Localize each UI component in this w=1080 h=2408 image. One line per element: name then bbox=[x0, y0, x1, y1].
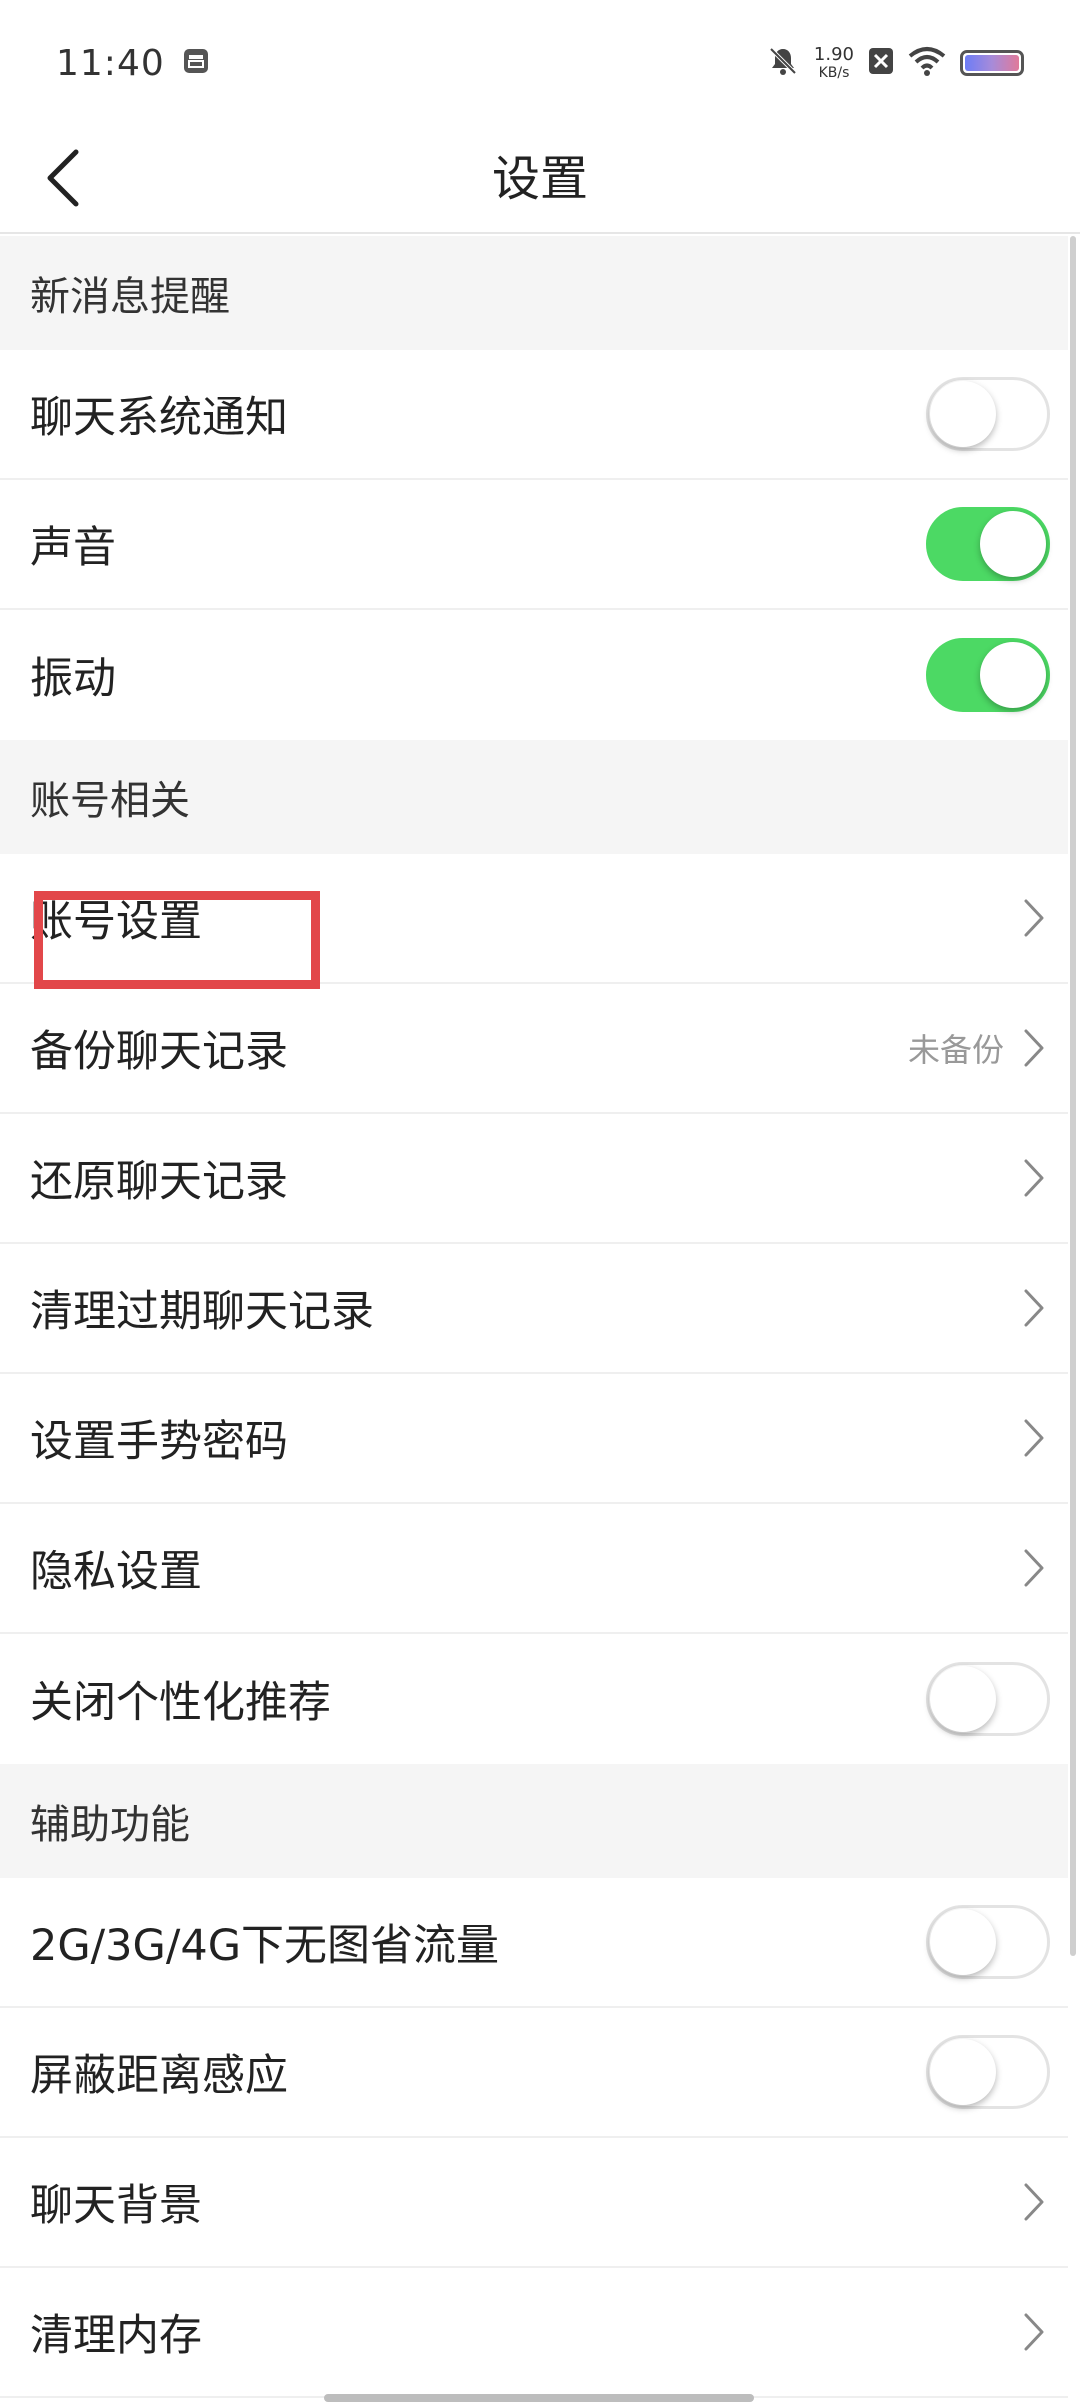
row-disable-recommend[interactable]: 关闭个性化推荐 bbox=[0, 1634, 1068, 1764]
battery-icon bbox=[960, 50, 1024, 76]
page-title: 设置 bbox=[491, 151, 588, 207]
row-label: 声音 bbox=[30, 523, 116, 573]
chat-system-notice-toggle[interactable] bbox=[926, 377, 1050, 451]
row-privacy-settings[interactable]: 隐私设置 bbox=[0, 1504, 1068, 1634]
row-no-images-mobile[interactable]: 2G/3G/4G下无图省流量 bbox=[0, 1878, 1068, 2008]
row-label: 清理内存 bbox=[30, 2311, 202, 2361]
settings-list[interactable]: 新消息提醒 聊天系统通知 声音 振动 账号相关 账号设置 备份聊天记录 未备份 … bbox=[0, 236, 1068, 2408]
proximity-sensor-toggle[interactable] bbox=[926, 2035, 1050, 2109]
net-speed: 1.90 KB/s bbox=[813, 44, 854, 81]
row-sound[interactable]: 声音 bbox=[0, 480, 1068, 610]
home-indicator[interactable] bbox=[324, 2394, 754, 2402]
status-left: 11:40 bbox=[56, 43, 211, 84]
row-chat-background[interactable]: 聊天背景 bbox=[0, 2138, 1068, 2268]
toggle-knob bbox=[930, 381, 996, 447]
toggle-knob bbox=[930, 1909, 996, 1975]
mute-bell-icon bbox=[766, 44, 800, 82]
chevron-right-icon bbox=[1018, 1286, 1050, 1330]
section-header-assist: 辅助功能 bbox=[0, 1764, 1068, 1878]
row-label: 隐私设置 bbox=[30, 1547, 202, 1597]
backup-status: 未备份 bbox=[907, 1031, 1004, 1069]
row-label: 关闭个性化推荐 bbox=[30, 1678, 331, 1728]
row-gesture-password[interactable]: 设置手势密码 bbox=[0, 1374, 1068, 1504]
wifi-icon bbox=[908, 46, 946, 80]
row-vibration[interactable]: 振动 bbox=[0, 610, 1068, 740]
toggle-knob bbox=[980, 511, 1046, 577]
row-label: 清理过期聊天记录 bbox=[30, 1287, 374, 1337]
toggle-knob bbox=[930, 2039, 996, 2105]
sound-toggle[interactable] bbox=[926, 507, 1050, 581]
section-header-account: 账号相关 bbox=[0, 740, 1068, 854]
row-label: 备份聊天记录 bbox=[30, 1027, 288, 1077]
nav-bar: 设置 bbox=[0, 126, 1080, 234]
row-label: 账号设置 bbox=[30, 897, 202, 947]
row-clean-expired-chats[interactable]: 清理过期聊天记录 bbox=[0, 1244, 1068, 1374]
row-proximity-sensor[interactable]: 屏蔽距离感应 bbox=[0, 2008, 1068, 2138]
chevron-right-icon bbox=[1018, 2180, 1050, 2224]
row-account-settings[interactable]: 账号设置 bbox=[0, 854, 1068, 984]
sim-disabled-icon bbox=[868, 46, 894, 80]
toggle-knob bbox=[980, 642, 1046, 708]
row-label: 还原聊天记录 bbox=[30, 1157, 288, 1207]
status-bar: 11:40 1.90 KB/s bbox=[0, 0, 1080, 126]
row-clear-cache[interactable]: 清理内存 bbox=[0, 2268, 1068, 2398]
chevron-right-icon bbox=[1018, 1156, 1050, 1200]
row-label: 设置手势密码 bbox=[30, 1417, 288, 1467]
row-label: 屏蔽距离感应 bbox=[30, 2051, 288, 2101]
battery-fill bbox=[965, 55, 1019, 71]
row-label: 振动 bbox=[30, 654, 116, 704]
status-time: 11:40 bbox=[56, 42, 165, 84]
status-right: 1.90 KB/s bbox=[766, 44, 1024, 82]
section-header-notifications: 新消息提醒 bbox=[0, 236, 1068, 350]
row-label: 2G/3G/4G下无图省流量 bbox=[30, 1921, 500, 1971]
disable-recommend-toggle[interactable] bbox=[926, 1662, 1050, 1736]
chevron-right-icon bbox=[1018, 1026, 1050, 1070]
scrollbar-thumb[interactable] bbox=[1070, 236, 1076, 1956]
row-backup-chats[interactable]: 备份聊天记录 未备份 bbox=[0, 984, 1068, 1114]
chevron-right-icon bbox=[1018, 1546, 1050, 1590]
net-speed-value: 1.90 bbox=[813, 44, 854, 65]
row-chat-system-notice[interactable]: 聊天系统通知 bbox=[0, 350, 1068, 480]
no-images-mobile-toggle[interactable] bbox=[926, 1905, 1050, 1979]
chevron-right-icon bbox=[1018, 1416, 1050, 1460]
chevron-right-icon bbox=[1018, 2310, 1050, 2354]
row-label: 聊天背景 bbox=[30, 2181, 202, 2231]
row-right: 未备份 bbox=[908, 1025, 1050, 1071]
toggle-knob bbox=[930, 1666, 996, 1732]
row-restore-chats[interactable]: 还原聊天记录 bbox=[0, 1114, 1068, 1244]
net-speed-unit: KB/s bbox=[818, 65, 850, 81]
vibration-toggle[interactable] bbox=[926, 638, 1050, 712]
notification-app-icon bbox=[181, 46, 211, 80]
chevron-right-icon bbox=[1018, 896, 1050, 940]
row-label: 聊天系统通知 bbox=[30, 393, 288, 443]
